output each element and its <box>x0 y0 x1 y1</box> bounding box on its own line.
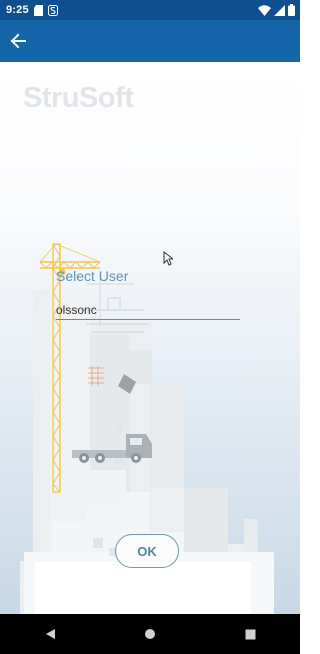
ok-button[interactable]: OK <box>115 534 179 568</box>
login-content: StruSoft Select User olssonc OK <box>0 62 300 614</box>
status-left: 9:25 <box>0 4 58 16</box>
nav-recents-button[interactable] <box>230 614 270 654</box>
status-time: 9:25 <box>6 4 29 16</box>
s-notification-icon <box>47 4 58 16</box>
nav-back-button[interactable] <box>30 614 70 654</box>
recents-square-icon <box>245 629 255 639</box>
battery-icon <box>288 4 295 16</box>
back-button[interactable] <box>6 29 30 53</box>
construction-illustration <box>20 243 274 614</box>
sd-card-icon <box>33 4 43 16</box>
app-bar <box>0 20 300 62</box>
status-bar: 9:25 <box>0 0 300 20</box>
wifi-icon <box>258 4 271 16</box>
mouse-cursor-icon <box>163 251 173 266</box>
back-triangle-icon <box>46 629 55 639</box>
user-input[interactable] <box>56 301 240 320</box>
signal-icon <box>274 4 285 16</box>
arrow-left-icon <box>10 33 26 49</box>
home-circle-icon <box>145 629 155 639</box>
status-right <box>258 4 300 16</box>
nav-home-button[interactable] <box>130 614 170 654</box>
select-user-label: Select User <box>56 268 129 284</box>
nav-bar <box>0 614 300 654</box>
